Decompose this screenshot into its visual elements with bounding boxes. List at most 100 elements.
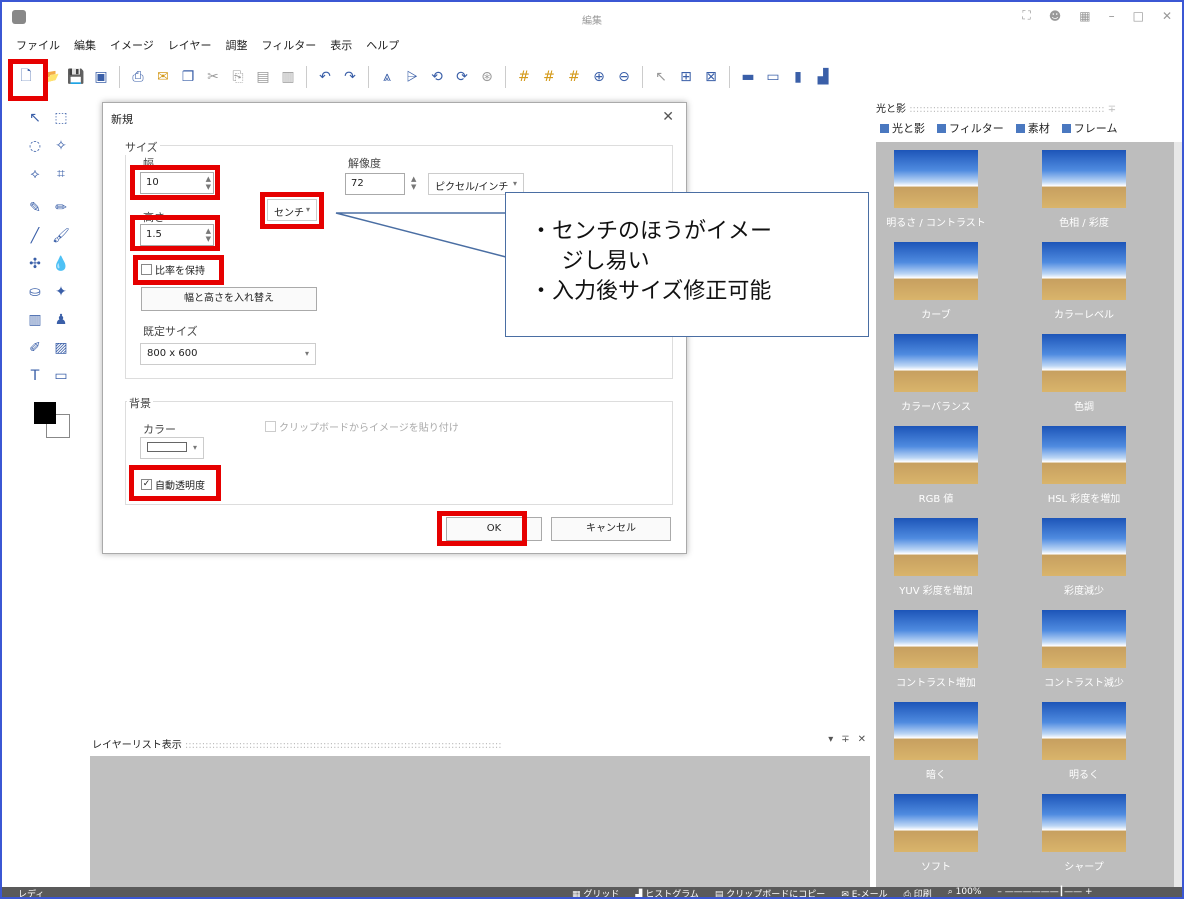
print-icon[interactable]: ⎙ bbox=[128, 67, 148, 87]
crop-icon[interactable]: ⌗ bbox=[50, 164, 72, 184]
menu-image[interactable]: イメージ bbox=[110, 37, 154, 57]
magic-wand-icon[interactable]: ✧ bbox=[50, 136, 72, 156]
dialog-close-icon[interactable]: ✕ bbox=[662, 109, 674, 125]
stamp-icon[interactable]: ♟ bbox=[50, 310, 72, 330]
menu-edit[interactable]: 編集 bbox=[74, 37, 96, 57]
tab-filter[interactable]: フィルター bbox=[937, 120, 1004, 136]
foreground-color-swatch[interactable] bbox=[34, 402, 56, 424]
tab-frame[interactable]: フレーム bbox=[1061, 120, 1117, 136]
effect-item[interactable]: RGB 値 bbox=[876, 422, 986, 508]
user-icon[interactable]: ☻ bbox=[1049, 9, 1062, 23]
layer-icon[interactable]: ▭ bbox=[763, 67, 783, 87]
status-email[interactable]: ✉ E-メール bbox=[841, 887, 887, 897]
resolution-input[interactable]: 72 bbox=[345, 173, 405, 195]
effect-item[interactable]: コントラスト増加 bbox=[876, 606, 986, 692]
status-grid[interactable]: ▦ グリッド bbox=[572, 887, 619, 897]
menu-help[interactable]: ヘルプ bbox=[366, 37, 399, 57]
polygon-lasso-icon[interactable]: ⟡ bbox=[24, 164, 46, 184]
gradient-icon[interactable]: ▥ bbox=[24, 310, 46, 330]
panel-icon[interactable]: ▮ bbox=[788, 67, 808, 87]
cut-icon[interactable]: ✂ bbox=[203, 67, 223, 87]
swap-dimensions-button[interactable]: 幅と高さを入れ替え bbox=[141, 287, 317, 311]
effect-item[interactable]: 暗く bbox=[876, 698, 986, 784]
redo-icon[interactable]: ↷ bbox=[340, 67, 360, 87]
menu-layer[interactable]: レイヤー bbox=[168, 37, 212, 57]
effect-item[interactable]: コントラスト減少 bbox=[1024, 606, 1134, 692]
select-arrow-icon[interactable]: ↖ bbox=[24, 108, 46, 128]
menu-file[interactable]: ファイル bbox=[16, 37, 60, 57]
menu-view[interactable]: 表示 bbox=[330, 37, 352, 57]
smudge-icon[interactable]: ✐ bbox=[24, 338, 46, 358]
menu-filter[interactable]: フィルター bbox=[261, 37, 316, 57]
pointer-icon[interactable]: ↖ bbox=[651, 67, 671, 87]
status-copy[interactable]: ▤ クリップボードにコピー bbox=[715, 887, 825, 897]
close-icon[interactable]: ✕ bbox=[858, 734, 866, 745]
effect-item[interactable]: カーブ bbox=[876, 238, 986, 324]
pin-icon[interactable]: ∓ bbox=[841, 734, 849, 745]
rotate-left-icon[interactable]: ⟲ bbox=[427, 67, 447, 87]
flip-vertical-icon[interactable]: ⩓ bbox=[377, 67, 397, 87]
close-button[interactable]: ✕ bbox=[1162, 9, 1172, 23]
zoom-in-icon[interactable]: ⊕ bbox=[589, 67, 609, 87]
drop-icon[interactable]: 💧 bbox=[50, 254, 72, 274]
save-icon[interactable]: 💾 bbox=[66, 67, 86, 87]
rotate-free-icon[interactable]: ⊛ bbox=[477, 67, 497, 87]
spray-icon[interactable]: ✣ bbox=[24, 254, 46, 274]
grid-large-icon[interactable]: # bbox=[564, 67, 584, 87]
flip-horizontal-icon[interactable]: ⩥ bbox=[402, 67, 422, 87]
chevron-down-icon[interactable]: ▾ bbox=[828, 734, 833, 745]
chart-icon[interactable]: ▟ bbox=[813, 67, 833, 87]
shape-tool-icon[interactable]: ▭ bbox=[50, 366, 72, 386]
paste-new-icon[interactable]: ▥ bbox=[278, 67, 298, 87]
grid-small-icon[interactable]: # bbox=[539, 67, 559, 87]
paste-icon[interactable]: ▤ bbox=[253, 67, 273, 87]
resolution-spinner-icon[interactable]: ▲ ▼ bbox=[411, 175, 416, 191]
effect-item[interactable]: 色調 bbox=[1024, 330, 1134, 416]
copy-icon[interactable]: ⎘ bbox=[228, 67, 248, 87]
menu-adjust[interactable]: 調整 bbox=[225, 37, 247, 57]
rotate-right-icon[interactable]: ⟳ bbox=[452, 67, 472, 87]
preset-select[interactable]: 800 x 600 ▾ bbox=[140, 343, 316, 365]
color-replace-icon[interactable]: ✦ bbox=[50, 282, 72, 302]
resize-icon[interactable]: ⊠ bbox=[701, 67, 721, 87]
text-tool-icon[interactable]: T bbox=[24, 366, 46, 386]
grid-view-icon[interactable]: ▦ bbox=[1079, 9, 1090, 23]
clipboard-checkbox[interactable]: クリップボードからイメージを貼り付け bbox=[265, 419, 459, 434]
mail-icon[interactable]: ✉ bbox=[153, 67, 173, 87]
zoom-slider[interactable]: – ——————┃—— + bbox=[997, 887, 1092, 897]
fullscreen-icon[interactable]: ⛶ bbox=[1022, 8, 1030, 23]
canvas-size-icon[interactable]: ⊞ bbox=[676, 67, 696, 87]
status-print[interactable]: ⎙ 印刷 bbox=[904, 887, 932, 897]
maximize-button[interactable]: □ bbox=[1133, 9, 1144, 23]
image-tool-icon[interactable]: ▨ bbox=[50, 338, 72, 358]
minimize-button[interactable]: – bbox=[1109, 9, 1115, 23]
effect-item[interactable]: 明るく bbox=[1024, 698, 1134, 784]
copy-window-icon[interactable]: ❐ bbox=[178, 67, 198, 87]
pencil-icon[interactable]: ✏ bbox=[50, 198, 72, 218]
effect-item[interactable]: 彩度減少 bbox=[1024, 514, 1134, 600]
effect-item[interactable]: 色相 / 彩度 bbox=[1024, 146, 1134, 232]
effect-item[interactable]: カラーレベル bbox=[1024, 238, 1134, 324]
status-histogram[interactable]: ▟ ヒストグラム bbox=[635, 887, 699, 897]
brush-icon[interactable]: 🖌 bbox=[50, 226, 72, 246]
align-icon[interactable]: ▬ bbox=[738, 67, 758, 87]
effect-item[interactable]: シャープ bbox=[1024, 790, 1134, 876]
tab-material[interactable]: 素材 bbox=[1015, 120, 1050, 136]
tab-light-shadow[interactable]: 光と影 bbox=[880, 120, 925, 136]
save-all-icon[interactable]: ▣ bbox=[91, 67, 111, 87]
eyedropper-icon[interactable]: ✎ bbox=[24, 198, 46, 218]
effect-item[interactable]: HSL 彩度を増加 bbox=[1024, 422, 1134, 508]
background-color-select[interactable]: ▾ bbox=[140, 437, 204, 459]
effect-item[interactable]: カラーバランス bbox=[876, 330, 986, 416]
status-zoom[interactable]: ⌕ 100% bbox=[948, 887, 982, 897]
zoom-out-icon[interactable]: ⊖ bbox=[614, 67, 634, 87]
rect-select-icon[interactable]: ⬚ bbox=[50, 108, 72, 128]
effect-item[interactable]: 明るさ / コントラスト bbox=[876, 146, 986, 232]
effect-item[interactable]: YUV 彩度を増加 bbox=[876, 514, 986, 600]
effect-item[interactable]: ソフト bbox=[876, 790, 986, 876]
fill-bucket-icon[interactable]: ⛀ bbox=[24, 282, 46, 302]
panel-scrollbar[interactable] bbox=[1174, 142, 1182, 890]
lasso-icon[interactable]: ◌ bbox=[24, 136, 46, 156]
grid-icon[interactable]: # bbox=[514, 67, 534, 87]
undo-icon[interactable]: ↶ bbox=[315, 67, 335, 87]
